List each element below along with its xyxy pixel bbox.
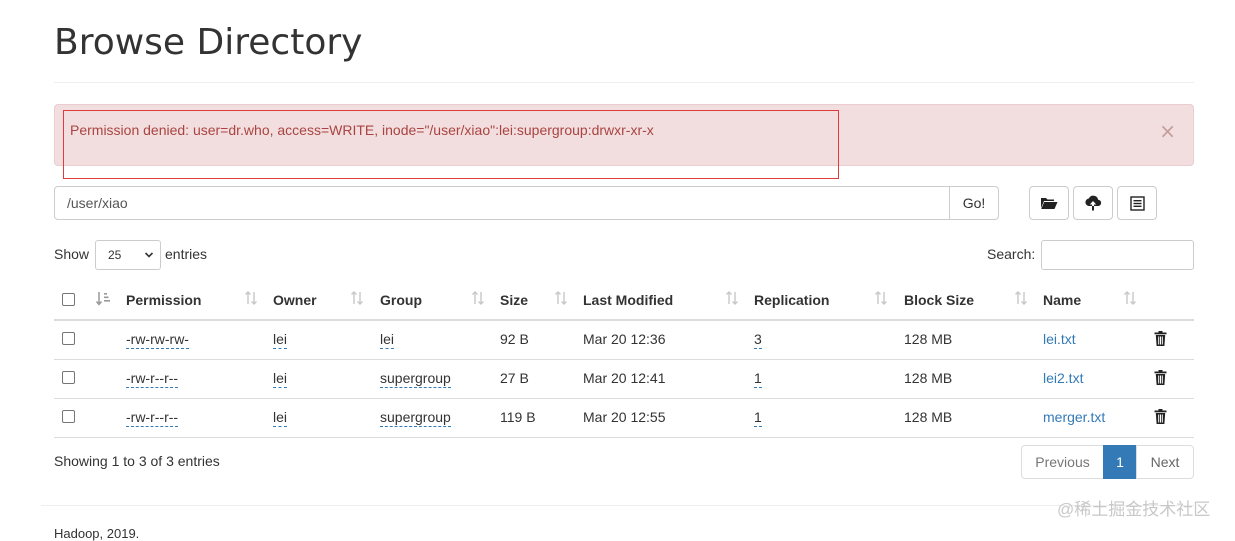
sort-both-icon[interactable] <box>873 290 889 306</box>
size-cell: 27 B <box>500 370 529 386</box>
file-name-link[interactable]: lei2.txt <box>1043 370 1083 386</box>
watermark: @稀土掘金技术社区 <box>1057 500 1211 519</box>
sort-asc-icon[interactable] <box>95 290 111 308</box>
go-button[interactable]: Go! <box>949 186 999 220</box>
upload-icon <box>1085 195 1102 211</box>
entries-per-page-select[interactable]: 25 <box>95 240 161 270</box>
folder-open-icon <box>1041 198 1058 209</box>
block-size-cell: 128 MB <box>904 331 953 347</box>
search-label: Search: <box>987 246 1036 262</box>
show-label: Show <box>54 246 90 262</box>
cut-paste-button[interactable] <box>1117 186 1157 220</box>
sort-both-icon[interactable] <box>724 290 740 306</box>
file-name-link[interactable]: lei.txt <box>1043 331 1076 347</box>
group-cell[interactable]: supergroup <box>380 370 451 388</box>
upload-files-button[interactable] <box>1073 186 1113 220</box>
row-divider <box>54 437 1194 438</box>
replication-cell[interactable]: 1 <box>754 370 762 388</box>
table-info: Showing 1 to 3 of 3 entries <box>54 453 220 469</box>
trash-icon[interactable] <box>1154 409 1167 424</box>
trash-icon[interactable] <box>1154 331 1167 346</box>
directory-path-input[interactable] <box>54 186 950 220</box>
select-all-checkbox[interactable] <box>62 293 75 306</box>
replication-cell[interactable]: 3 <box>754 331 762 349</box>
close-icon[interactable]: × <box>1159 121 1176 141</box>
footer-divider <box>41 505 1194 506</box>
column-header-replication[interactable]: Replication <box>754 292 829 308</box>
sort-both-icon[interactable] <box>470 290 486 306</box>
column-header-last-modified[interactable]: Last Modified <box>583 292 673 308</box>
search-input[interactable] <box>1041 240 1194 270</box>
next-page-button[interactable]: Next <box>1136 445 1194 479</box>
previous-page-button[interactable]: Previous <box>1021 445 1104 479</box>
sort-both-icon[interactable] <box>1122 290 1138 306</box>
permission-cell[interactable]: -rw-rw-rw- <box>126 331 189 349</box>
row-divider <box>54 359 1194 360</box>
row-checkbox[interactable] <box>62 332 75 345</box>
block-size-cell: 128 MB <box>904 409 953 425</box>
entries-label: entries <box>165 246 208 262</box>
last-modified-cell: Mar 20 12:41 <box>583 370 666 386</box>
size-cell: 92 B <box>500 331 529 347</box>
sort-both-icon[interactable] <box>553 290 569 306</box>
permission-cell[interactable]: -rw-r--r-- <box>126 409 179 427</box>
last-modified-cell: Mar 20 12:36 <box>583 331 666 347</box>
page-title: Browse Directory <box>54 22 363 63</box>
row-checkbox[interactable] <box>62 371 75 384</box>
sort-both-icon[interactable] <box>349 290 365 306</box>
chevron-down-icon <box>144 241 154 279</box>
group-cell[interactable]: supergroup <box>380 409 451 427</box>
column-header-block-size[interactable]: Block Size <box>904 292 974 308</box>
column-header-size[interactable]: Size <box>500 292 528 308</box>
entries-selected-value: 25 <box>108 248 122 262</box>
page-1-button[interactable]: 1 <box>1103 445 1137 479</box>
column-header-permission[interactable]: Permission <box>126 292 201 308</box>
column-header-group[interactable]: Group <box>380 292 422 308</box>
block-size-cell: 128 MB <box>904 370 953 386</box>
sort-both-icon[interactable] <box>243 290 259 306</box>
group-cell[interactable]: lei <box>380 331 395 349</box>
row-divider <box>54 398 1194 399</box>
owner-cell[interactable]: lei <box>273 331 288 349</box>
sort-both-icon[interactable] <box>1013 290 1029 306</box>
column-header-name[interactable]: Name <box>1043 292 1081 308</box>
replication-cell[interactable]: 1 <box>754 409 762 427</box>
owner-cell[interactable]: lei <box>273 409 288 427</box>
list-icon <box>1129 195 1145 211</box>
table-header-divider <box>54 319 1194 321</box>
owner-cell[interactable]: lei <box>273 370 288 388</box>
size-cell: 119 B <box>500 409 536 425</box>
file-name-link[interactable]: merger.txt <box>1043 409 1105 425</box>
title-divider <box>54 82 1194 83</box>
row-checkbox[interactable] <box>62 410 75 423</box>
footer-text: Hadoop, 2019. <box>54 526 140 541</box>
trash-icon[interactable] <box>1154 370 1167 385</box>
permission-cell[interactable]: -rw-r--r-- <box>126 370 179 388</box>
last-modified-cell: Mar 20 12:55 <box>583 409 666 425</box>
annotation-highlight-box <box>63 110 839 179</box>
create-directory-button[interactable] <box>1029 186 1069 220</box>
column-header-owner[interactable]: Owner <box>273 292 317 308</box>
